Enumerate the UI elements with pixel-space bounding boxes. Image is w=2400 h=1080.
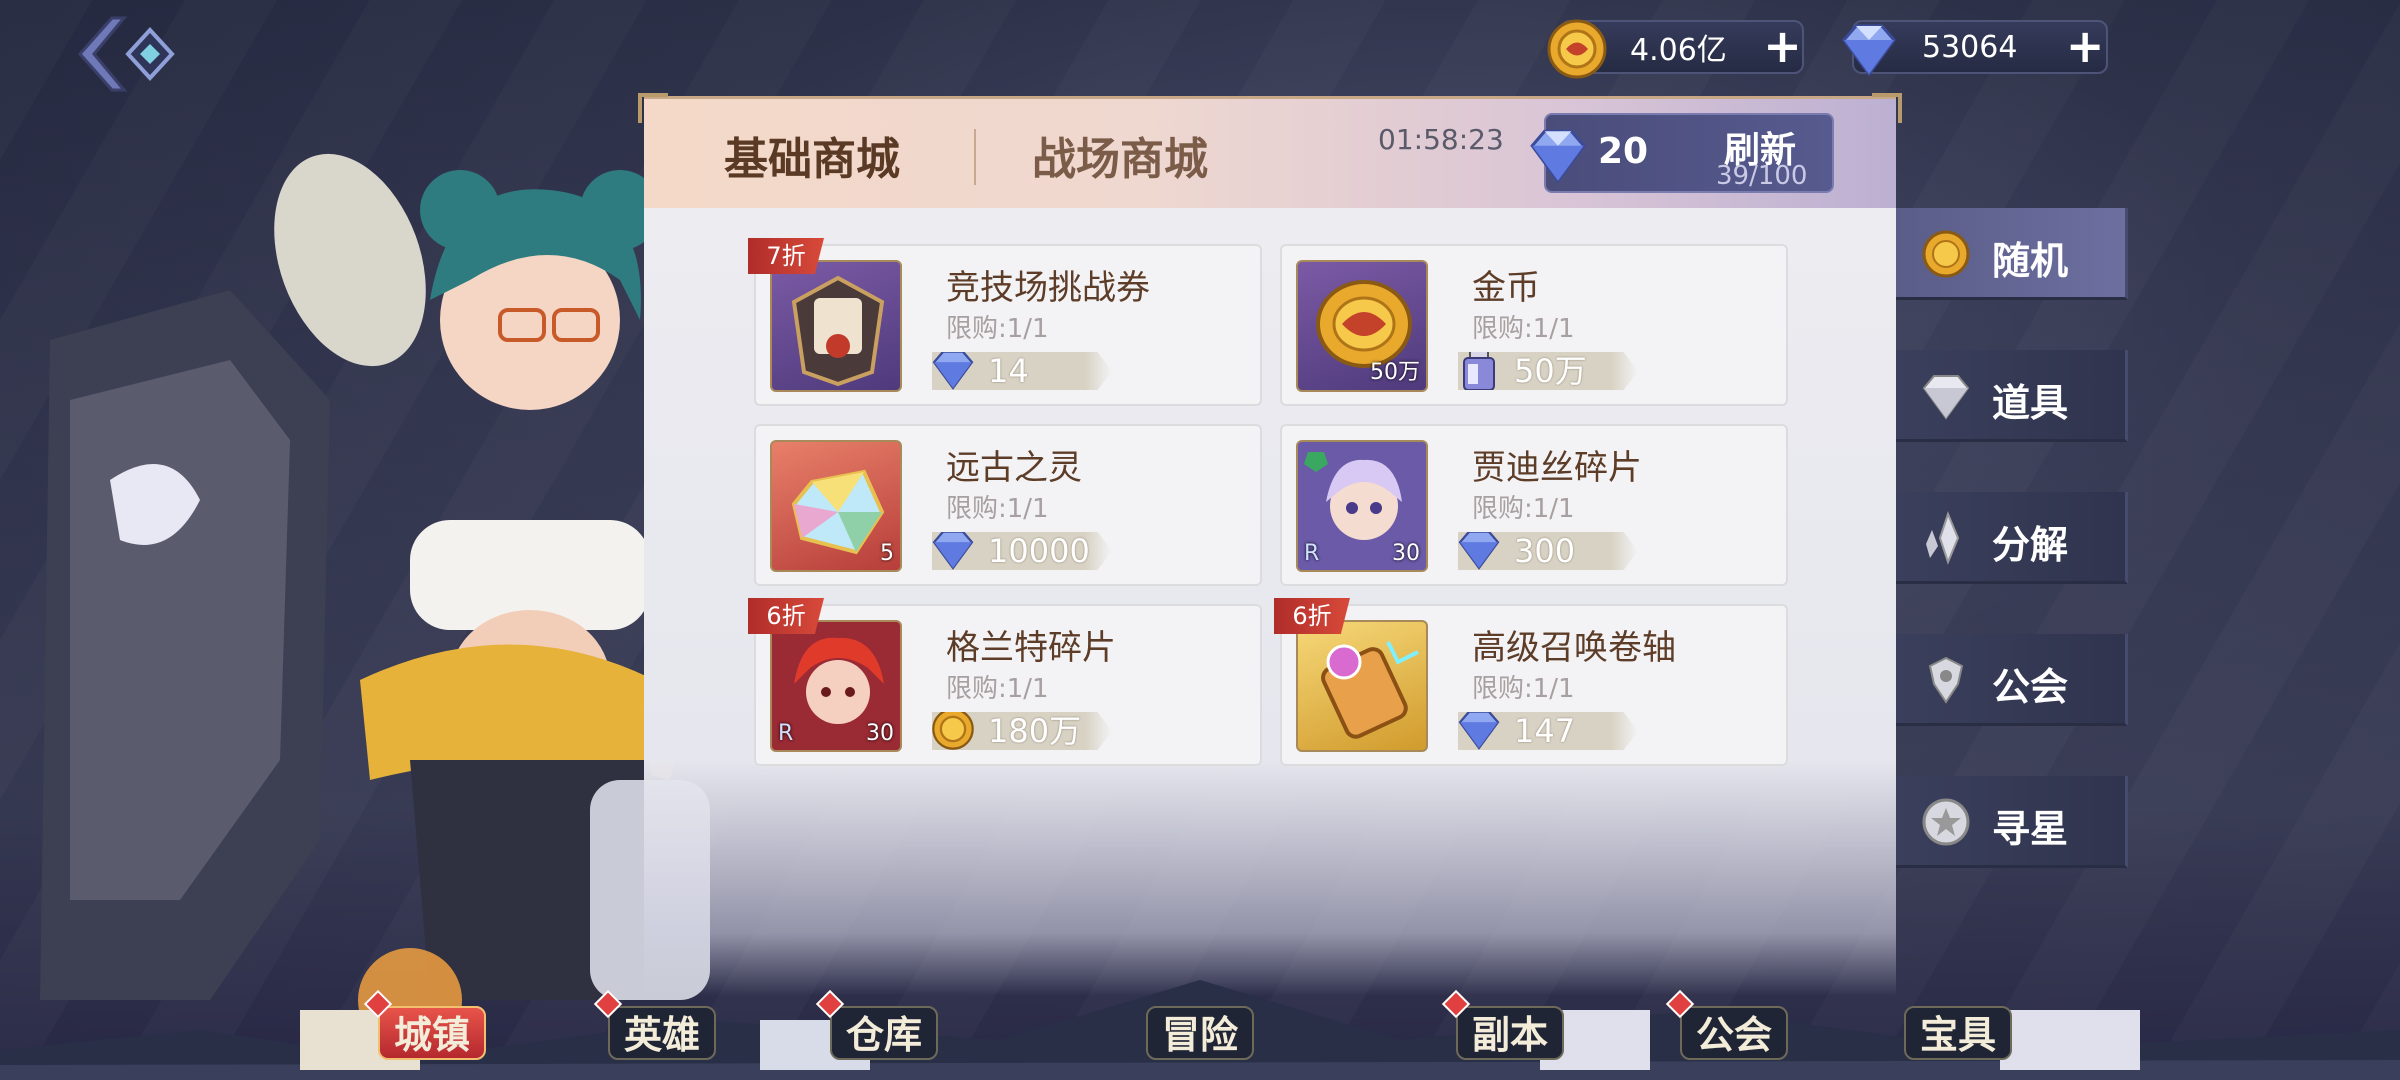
item-price-tag: 14	[932, 352, 1112, 390]
diamond-icon	[932, 532, 974, 570]
rarity-letter: R	[1304, 541, 1320, 566]
item-price: 14	[988, 352, 1029, 390]
shop-item-card[interactable]: 5 远古之灵 限购:1/1 10000	[754, 424, 1262, 586]
star-medal-icon	[1922, 798, 1970, 846]
item-name: 贾迪丝碎片	[1472, 448, 1642, 488]
back-arrow-icon	[77, 16, 175, 92]
nav-label: 公会	[1680, 1006, 1789, 1060]
discount-badge: 7折	[748, 238, 824, 274]
discount-badge: 6折	[748, 598, 824, 634]
tab-battlefield-shop[interactable]: 战场商城	[1032, 123, 1208, 187]
item-limit: 限购:1/1	[946, 314, 1049, 344]
tab-divider	[974, 129, 976, 185]
gold-coin-icon	[1547, 19, 1607, 79]
item-name: 金币	[1472, 268, 1540, 308]
diamond-icon	[1458, 532, 1500, 570]
gem-amount: 53064	[1922, 29, 2018, 65]
guild-crest-icon	[1928, 656, 1964, 704]
tab-basic-shop[interactable]: 基础商城	[724, 123, 900, 187]
shop-item-card[interactable]: 7折 竞技场挑战券 限购:1/1 14	[748, 238, 1262, 406]
item-price: 147	[1514, 712, 1576, 750]
item-price: 50万	[1514, 352, 1587, 390]
item-thumbnail	[1296, 620, 1428, 752]
refresh-timer: 01:58:23	[1378, 123, 1504, 156]
corner-ornament	[1872, 93, 1902, 123]
back-button[interactable]	[72, 14, 182, 94]
category-decompose[interactable]: 分解	[1896, 492, 2128, 584]
add-gold-button[interactable]: +	[1763, 23, 1802, 69]
category-label: 寻星	[1992, 806, 2069, 851]
diamond-icon	[1530, 129, 1586, 184]
gold-coin-icon	[932, 712, 974, 750]
item-quantity: 5	[880, 541, 894, 566]
item-name: 竞技场挑战券	[946, 268, 1150, 308]
diamond-icon	[932, 352, 974, 390]
potion-bottle-icon	[1463, 352, 1495, 390]
item-name: 远古之灵	[946, 448, 1082, 488]
shop-item-card[interactable]: 6折 高级召唤卷轴 限购:1/1 147	[1274, 598, 1788, 766]
item-quantity: 30	[1392, 541, 1420, 566]
item-price: 180万	[988, 712, 1082, 750]
corner-ornament	[638, 93, 668, 123]
item-quantity: 30	[866, 721, 894, 746]
item-name: 高级召唤卷轴	[1472, 628, 1676, 668]
crystal-shard-icon	[1926, 511, 1960, 565]
refresh-count: 39/100	[1716, 161, 1808, 191]
diamond-icon	[1458, 712, 1500, 750]
gem-currency: 53064 +	[1842, 20, 2108, 77]
item-thumbnail: 5	[770, 440, 902, 572]
item-price: 300	[1514, 532, 1576, 570]
item-price: 10000	[988, 532, 1090, 570]
nav-label: 宝具	[1904, 1006, 2013, 1060]
item-price-tag: 10000	[932, 532, 1112, 570]
refresh-button[interactable]: 20 刷新 39/100	[1530, 113, 1834, 193]
discount-badge: 6折	[1274, 598, 1350, 634]
item-price-tag: 300	[1458, 532, 1638, 570]
bottom-navigation: 城镇 英雄 仓库 冒险 副本 公会 宝具	[0, 940, 2400, 1080]
shop-panel: 基础商城 战场商城 01:58:23 20 刷新 39/100 7折 竞技场挑战…	[638, 93, 1902, 996]
nav-label: 副本	[1456, 1006, 1565, 1060]
arena-ticket-icon	[791, 275, 885, 387]
item-thumbnail: R 30	[770, 620, 902, 752]
shop-item-card[interactable]: R 30 贾迪丝碎片 限购:1/1 300	[1280, 424, 1788, 586]
shop-item-card[interactable]: R 30 6折 格兰特碎片 限购:1/1 180万	[748, 598, 1262, 766]
category-label: 分解	[1992, 522, 2069, 567]
category-label: 随机	[1992, 238, 2069, 283]
diamond-icon	[1922, 375, 1970, 420]
refresh-cost: 20	[1598, 131, 1649, 172]
item-limit: 限购:1/1	[1472, 494, 1575, 524]
nav-label: 冒险	[1146, 1006, 1255, 1060]
category-random[interactable]: 随机	[1896, 208, 2128, 300]
nav-label: 仓库	[830, 1006, 939, 1060]
item-limit: 限购:1/1	[946, 494, 1049, 524]
rarity-letter: R	[778, 721, 794, 746]
category-star-search[interactable]: 寻星	[1896, 776, 2128, 868]
item-price-tag: 147	[1458, 712, 1638, 750]
item-limit: 限购:1/1	[1472, 314, 1575, 344]
category-items[interactable]: 道具	[1896, 350, 2128, 442]
category-label: 道具	[1992, 380, 2069, 425]
category-label: 公会	[1992, 664, 2069, 709]
gold-currency: 4.06亿 +	[1547, 19, 1804, 79]
item-name: 格兰特碎片	[946, 628, 1116, 668]
item-price-tag: 50万	[1458, 352, 1638, 390]
gold-amount: 4.06亿	[1630, 33, 1727, 68]
item-thumbnail	[770, 260, 902, 392]
shop-item-card[interactable]: 50万 金币 限购:1/1 50万	[1280, 244, 1788, 406]
item-limit: 限购:1/1	[1472, 674, 1575, 704]
gold-coin-icon	[1922, 230, 1970, 278]
item-thumbnail: R 30	[1296, 440, 1428, 572]
item-limit: 限购:1/1	[946, 674, 1049, 704]
category-guild[interactable]: 公会	[1896, 634, 2128, 726]
item-price-tag: 180万	[932, 712, 1112, 750]
shop-header: 基础商城 战场商城 01:58:23 20 刷新 39/100	[638, 93, 1902, 208]
nav-label: 城镇	[378, 1006, 487, 1060]
diamond-icon	[1842, 24, 1896, 77]
summon-scroll-icon	[1321, 641, 1419, 739]
item-thumbnail: 50万	[1296, 260, 1428, 392]
add-gems-button[interactable]: +	[2064, 23, 2106, 69]
item-quantity: 50万	[1370, 360, 1420, 385]
nav-label: 英雄	[608, 1006, 717, 1060]
